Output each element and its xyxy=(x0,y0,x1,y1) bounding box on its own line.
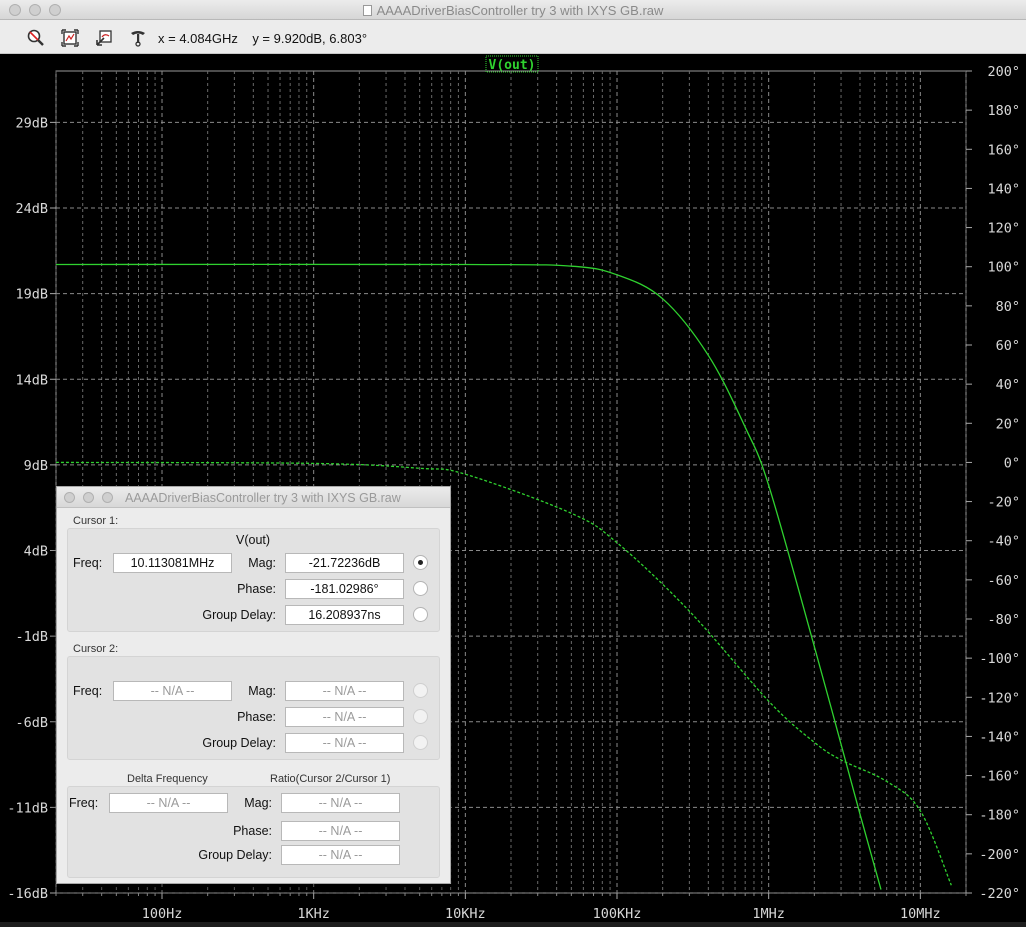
cursor2-freq-label: Freq: xyxy=(73,684,103,698)
cursor1-phase-radio[interactable] xyxy=(413,581,428,596)
document-icon xyxy=(362,5,372,16)
waveform-window: AAAADriverBiasController try 3 with IXYS… xyxy=(0,0,1026,922)
cursor2-group: Freq: Mag: Phase: Group Delay: xyxy=(67,656,440,760)
y-readout: y = 9.920dB, 6.803° xyxy=(252,31,368,46)
y-left-tick-label: 29dB xyxy=(15,115,48,131)
y-right-tick-label: -20° xyxy=(987,495,1020,511)
y-left-tick-label: 4dB xyxy=(24,544,48,560)
delta-gd-label: Group Delay: xyxy=(198,848,272,862)
delta-gd-field[interactable] xyxy=(281,845,400,865)
dialog-close-button[interactable] xyxy=(64,492,75,503)
y-left-tick-label: 24dB xyxy=(15,201,48,217)
cursor1-phase-label: Phase: xyxy=(237,582,276,596)
dialog-minimize-button[interactable] xyxy=(83,492,94,503)
dialog-title: AAAADriverBiasController try 3 with IXYS… xyxy=(125,491,401,505)
cursor2-freq-field[interactable] xyxy=(113,681,232,701)
toolbar: x = 4.084GHz y = 9.920dB, 6.803° xyxy=(0,20,1026,54)
x-readout: x = 4.084GHz xyxy=(158,31,238,46)
cursor1-group: V(out) Freq: Mag: Phase: Group Delay: xyxy=(67,528,440,632)
y-left-tick-label: -1dB xyxy=(15,629,48,645)
cursor2-phase-radio[interactable] xyxy=(413,709,428,724)
cursor1-phase-field[interactable] xyxy=(285,579,404,599)
y-left-tick-label: -16dB xyxy=(7,886,48,902)
x-tick-label: 100KHz xyxy=(593,906,642,922)
zoom-icon[interactable] xyxy=(26,28,46,48)
y-right-tick-label: -200° xyxy=(979,847,1020,863)
cursor2-phase-label: Phase: xyxy=(237,710,276,724)
x-tick-label: 10MHz xyxy=(900,906,941,922)
cursor-dialog: AAAADriverBiasController try 3 with IXYS… xyxy=(56,486,451,884)
delta-frequency-header: Delta Frequency xyxy=(127,773,208,785)
cursor1-gd-label: Group Delay: xyxy=(202,608,276,622)
cursor1-trace: V(out) xyxy=(236,533,271,547)
cursor1-gd-field[interactable] xyxy=(285,605,404,625)
x-tick-label: 100Hz xyxy=(142,906,183,922)
y-left-tick-label: 9dB xyxy=(24,458,48,474)
window-titlebar[interactable]: AAAADriverBiasController try 3 with IXYS… xyxy=(0,0,1026,20)
y-right-tick-label: -80° xyxy=(987,612,1020,628)
y-right-tick-label: 40° xyxy=(996,377,1020,393)
y-right-tick-label: 140° xyxy=(987,181,1020,197)
y-right-tick-label: -60° xyxy=(987,573,1020,589)
y-right-tick-label: 180° xyxy=(987,103,1020,119)
cursor1-mag-radio[interactable] xyxy=(413,555,428,570)
delta-mag-label: Mag: xyxy=(244,796,272,810)
delta-phase-field[interactable] xyxy=(281,821,400,841)
y-right-tick-label: -140° xyxy=(979,729,1020,745)
y-right-tick-label: 100° xyxy=(987,260,1020,276)
cursor2-label: Cursor 2: xyxy=(73,643,119,655)
trace-label: V(out) xyxy=(489,58,536,73)
window-title: AAAADriverBiasController try 3 with IXYS… xyxy=(0,3,1026,18)
y-right-tick-label: 80° xyxy=(996,299,1020,315)
autorange-icon[interactable] xyxy=(60,28,80,48)
y-left-tick-label: -6dB xyxy=(15,715,48,731)
cursor1-mag-field[interactable] xyxy=(285,553,404,573)
ratio-header: Ratio(Cursor 2/Cursor 1) xyxy=(270,773,391,785)
delta-group: Freq: Mag: Phase: Group Delay: xyxy=(67,786,440,878)
cursor2-gd-label: Group Delay: xyxy=(202,736,276,750)
y-right-tick-label: 120° xyxy=(987,221,1020,237)
y-right-tick-label: -160° xyxy=(979,769,1020,785)
cursor2-phase-field[interactable] xyxy=(285,707,404,727)
window-title-text: AAAADriverBiasController try 3 with IXYS… xyxy=(376,3,664,18)
delta-mag-field[interactable] xyxy=(281,793,400,813)
cursor1-freq-label: Freq: xyxy=(73,556,103,570)
delta-freq-label: Freq: xyxy=(69,796,99,810)
x-tick-label: 1KHz xyxy=(297,906,330,922)
radio-selected-dot xyxy=(418,560,423,565)
cursor1-gd-radio[interactable] xyxy=(413,607,428,622)
y-right-tick-label: -180° xyxy=(979,808,1020,824)
undo-zoom-icon[interactable] xyxy=(94,28,114,48)
cursor2-mag-field[interactable] xyxy=(285,681,404,701)
cursor1-mag-label: Mag: xyxy=(248,556,276,570)
probe-icon[interactable] xyxy=(128,28,148,48)
y-right-tick-label: 200° xyxy=(987,64,1020,80)
y-left-tick-label: 19dB xyxy=(15,287,48,303)
delta-freq-field[interactable] xyxy=(109,793,228,813)
dialog-zoom-button[interactable] xyxy=(102,492,113,503)
y-right-tick-label: 20° xyxy=(996,416,1020,432)
y-right-tick-label: -40° xyxy=(987,534,1020,550)
dialog-titlebar[interactable]: AAAADriverBiasController try 3 with IXYS… xyxy=(57,487,450,508)
cursor2-mag-label: Mag: xyxy=(248,684,276,698)
y-left-tick-label: 14dB xyxy=(15,372,48,388)
y-right-tick-label: 0° xyxy=(1004,455,1020,471)
cursor-readout: x = 4.084GHz y = 9.920dB, 6.803° xyxy=(158,31,367,46)
cursor2-mag-radio[interactable] xyxy=(413,683,428,698)
x-tick-label: 10KHz xyxy=(445,906,486,922)
y-right-tick-label: -120° xyxy=(979,690,1020,706)
y-right-tick-label: 60° xyxy=(996,338,1020,354)
cursor2-gd-radio[interactable] xyxy=(413,735,428,750)
y-right-tick-label: -220° xyxy=(979,886,1020,902)
y-right-tick-label: -100° xyxy=(979,651,1020,667)
y-right-tick-label: 160° xyxy=(987,142,1020,158)
cursor2-gd-field[interactable] xyxy=(285,733,404,753)
x-tick-label: 1MHz xyxy=(752,906,785,922)
cursor1-freq-field[interactable] xyxy=(113,553,232,573)
delta-phase-label: Phase: xyxy=(233,824,272,838)
y-left-tick-label: -11dB xyxy=(7,800,48,816)
cursor1-label: Cursor 1: xyxy=(73,515,119,527)
